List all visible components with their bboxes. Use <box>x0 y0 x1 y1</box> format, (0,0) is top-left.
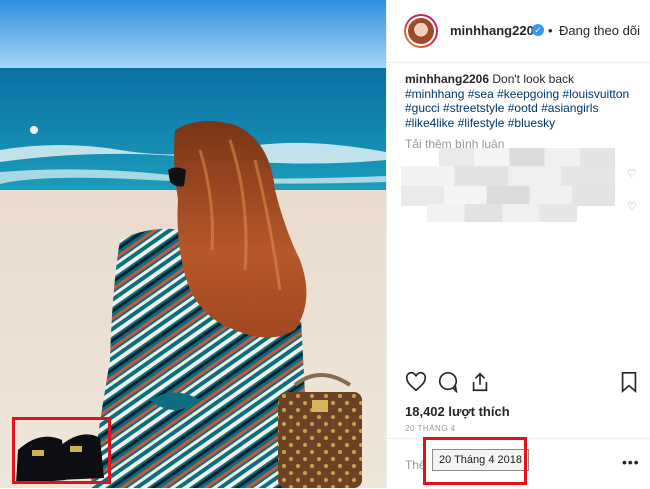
comment-icon[interactable] <box>437 371 459 398</box>
post-header: minhhang2206 ✓ • Đang theo dõi <box>387 0 650 63</box>
likes-count[interactable]: 18,402 lượt thích <box>405 404 510 419</box>
more-options-icon[interactable]: ••• <box>622 454 640 470</box>
blurred-comment <box>439 148 615 168</box>
hashtag[interactable]: #bluesky <box>508 116 555 130</box>
post-caption: minhhang2206 Don't look back #minhhang #… <box>405 72 640 130</box>
blurred-comment <box>427 204 577 222</box>
action-bar <box>387 368 650 402</box>
hashtag[interactable]: #keepgoing <box>497 87 559 101</box>
post-sidebar: minhhang2206 ✓ • Đang theo dõi minhhang2… <box>386 0 650 488</box>
highlight-shoes-box <box>12 417 111 484</box>
comment-like-heart-icon[interactable]: ♡ <box>627 200 637 213</box>
hashtag[interactable]: #minhhang <box>405 87 464 101</box>
follow-button[interactable]: Đang theo dõi <box>559 23 640 38</box>
hashtag[interactable]: #gucci <box>405 101 440 115</box>
share-icon[interactable] <box>469 371 491 398</box>
comment-like-heart-icon[interactable]: ♡ <box>627 167 637 180</box>
separator-dot: • <box>548 23 553 38</box>
blurred-comment <box>401 166 615 188</box>
username-link[interactable]: minhhang2206 <box>450 23 541 38</box>
post-date[interactable]: 20 THÁNG 4 <box>405 424 456 433</box>
highlight-date-box <box>423 437 527 485</box>
hashtag[interactable]: #lifestyle <box>458 116 505 130</box>
verified-badge-icon: ✓ <box>532 24 544 36</box>
hashtag[interactable]: #sea <box>468 87 494 101</box>
blurred-comment <box>401 186 615 206</box>
hashtag[interactable]: #ootd <box>508 101 538 115</box>
hashtag[interactable]: #louisvuitton <box>563 87 630 101</box>
hashtag[interactable]: #streetstyle <box>443 101 504 115</box>
bookmark-icon[interactable] <box>619 371 639 398</box>
heart-icon[interactable] <box>405 371 427 398</box>
caption-text: Don't look back <box>489 72 575 86</box>
caption-username[interactable]: minhhang2206 <box>405 72 489 86</box>
avatar[interactable] <box>404 14 438 48</box>
hashtag[interactable]: #like4like <box>405 116 454 130</box>
post-photo[interactable] <box>0 0 386 488</box>
hashtag[interactable]: #asiangirls <box>541 101 598 115</box>
